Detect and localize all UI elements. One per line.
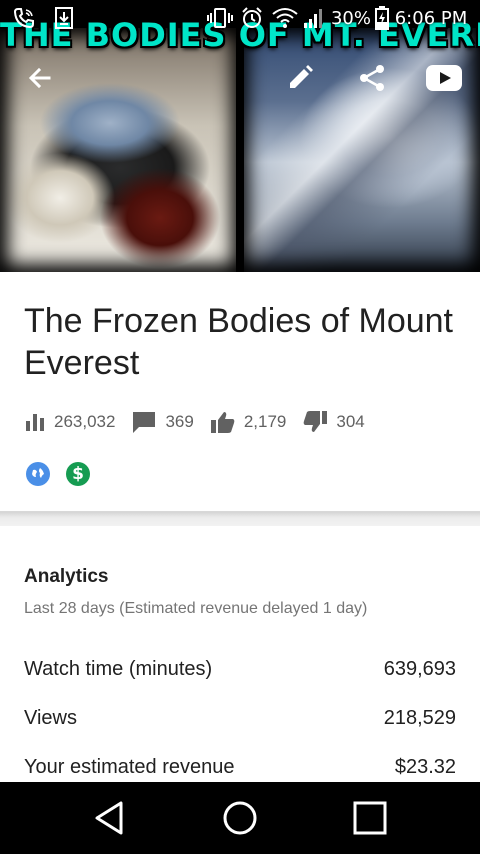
video-thumbnail: THE BODIES OF MT. EVEREST — [0, 0, 480, 272]
comments-stat: 369 — [131, 410, 194, 434]
edit-button[interactable] — [280, 58, 320, 98]
metric-row-revenue: Your estimated revenue $23.32 — [24, 752, 456, 782]
signal-icon — [300, 6, 326, 30]
metric-value: 218,529 — [383, 706, 456, 729]
system-nav-bar — [0, 782, 480, 854]
dollar-icon: $ — [66, 462, 90, 486]
metric-label: Your estimated revenue — [24, 755, 235, 778]
youtube-button[interactable] — [422, 58, 466, 98]
battery-charging-icon — [374, 6, 390, 30]
alarm-icon — [238, 6, 266, 30]
wifi-icon — [270, 6, 300, 30]
youtube-icon — [426, 65, 462, 91]
views-count: 263,032 — [54, 412, 116, 431]
likes-count: 2,179 — [243, 412, 287, 431]
back-triangle-icon — [95, 801, 123, 835]
pencil-icon — [290, 65, 313, 88]
back-button[interactable] — [20, 58, 60, 98]
metric-label: Views — [24, 706, 77, 729]
section-separator — [0, 512, 480, 526]
clock: 6:06 PM — [394, 7, 468, 29]
status-bar: 30% 6:06 PM — [0, 0, 480, 36]
nav-recents-button[interactable] — [340, 794, 400, 842]
thumbs-down-icon — [304, 411, 328, 432]
metric-label: Watch time (minutes) — [24, 657, 213, 680]
analytics-heading: Analytics — [24, 566, 109, 587]
vibrate-icon — [206, 6, 234, 30]
nav-home-button[interactable] — [210, 794, 270, 842]
call-icon — [10, 6, 38, 30]
comments-count: 369 — [165, 412, 194, 431]
analytics-section: Analytics Last 28 days (Estimated revenu… — [0, 526, 480, 782]
share-icon — [360, 65, 384, 91]
likes-stat: 2,179 — [210, 410, 287, 434]
download-notification-icon — [52, 6, 76, 30]
metric-value: 639,693 — [383, 657, 456, 680]
globe-icon — [26, 462, 50, 486]
views-stat: 263,032 — [24, 411, 115, 433]
video-badges: $ — [26, 462, 106, 486]
metric-row-watch-time: Watch time (minutes) 639,693 — [24, 654, 456, 684]
metric-row-views: Views 218,529 — [24, 703, 456, 733]
battery-percent: 30% — [330, 7, 371, 29]
recents-square-icon — [353, 801, 387, 835]
dislikes-stat: 304 — [302, 410, 365, 434]
video-title: The Frozen Bodies of Mount Everest — [24, 302, 454, 382]
thumbnail-divider — [236, 28, 244, 272]
dislikes-count: 304 — [336, 412, 365, 431]
nav-back-button[interactable] — [80, 794, 140, 842]
arrow-back-icon — [28, 67, 51, 89]
comment-icon — [133, 412, 156, 433]
metric-value: $23.32 — [394, 755, 456, 778]
home-circle-icon — [223, 801, 257, 835]
bar-chart-icon — [26, 414, 44, 431]
video-stats: 263,032 369 2,179 304 — [24, 408, 381, 436]
analytics-subtitle: Last 28 days (Estimated revenue delayed … — [24, 600, 368, 617]
thumbs-up-icon — [210, 412, 235, 433]
video-details-card: The Frozen Bodies of Mount Everest 263,0… — [0, 272, 480, 512]
share-button[interactable] — [352, 58, 392, 98]
